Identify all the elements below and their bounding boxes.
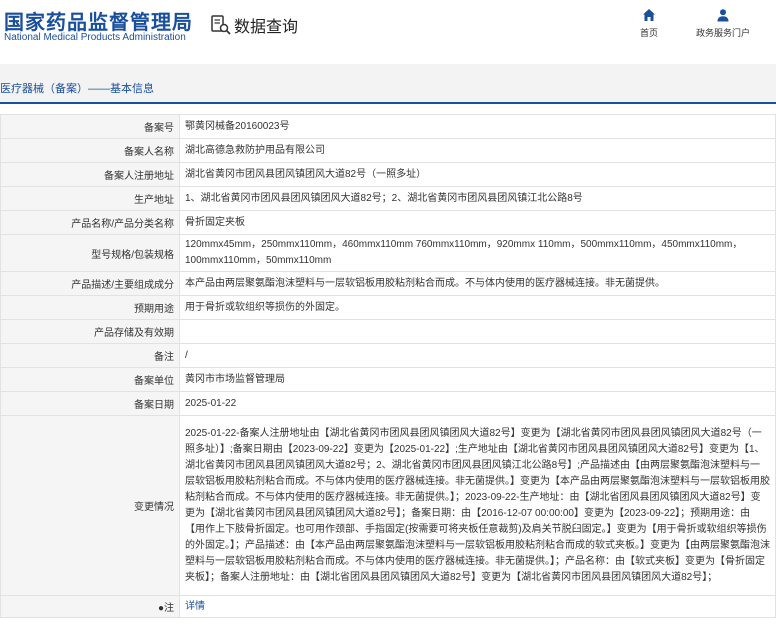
table-row: 型号规格/包装规格 120mmx45mm，250mmx110mm，460mmx1… bbox=[0, 234, 776, 272]
field-value: 2025-01-22 bbox=[179, 391, 776, 416]
details-link[interactable]: 详情 bbox=[185, 601, 205, 612]
field-value: 湖北省黄冈市团风县团风镇团风大道82号（一照多址） bbox=[179, 162, 776, 187]
table-row: 备注 / bbox=[0, 343, 776, 368]
table-row: 预期用途 用于骨折或软组织等损伤的外固定。 bbox=[0, 295, 776, 320]
data-query-title: 数据查询 bbox=[210, 12, 298, 38]
user-icon bbox=[717, 9, 729, 22]
brand-title-en[interactable]: National Medical Products Administration bbox=[4, 32, 186, 43]
site-header: 国家药品监督管理局 National Medical Products Admi… bbox=[0, 0, 776, 64]
field-label: ●注 bbox=[0, 595, 180, 618]
field-value: 骨折固定夹板 bbox=[179, 210, 776, 235]
field-value: 1、湖北省黄冈市团风县团风镇团风大道82号；2、湖北省黄冈市团风县团风镇江北公路… bbox=[179, 186, 776, 211]
brand-title-cn[interactable]: 国家药品监督管理局 bbox=[4, 6, 193, 35]
field-label: 备案日期 bbox=[0, 391, 180, 416]
table-row: 变更情况 2025-01-22-备案人注册地址由【湖北省黄冈市团风县团风镇团风大… bbox=[0, 415, 776, 596]
record-table: 备案号 鄂黄冈械备20160023号 备案人名称 湖北高德急救防护用品有限公司 … bbox=[0, 114, 776, 618]
field-label: 备案人注册地址 bbox=[0, 162, 180, 187]
document-search-icon bbox=[211, 15, 231, 35]
table-row: 备案人注册地址 湖北省黄冈市团风县团风镇团风大道82号（一照多址） bbox=[0, 162, 776, 187]
field-value: 本产品由两层聚氨酯泡沫塑料与一层软铝板用胶粘剂粘合而成。不与体内使用的医疗器械连… bbox=[179, 271, 776, 296]
field-value: 120mmx45mm，250mmx110mm，460mmx110mm 760mm… bbox=[179, 234, 776, 272]
field-value: 用于骨折或软组织等损伤的外固定。 bbox=[179, 295, 776, 320]
table-row: 备案日期 2025-01-22 bbox=[0, 391, 776, 416]
data-query-label: 数据查询 bbox=[234, 19, 299, 36]
table-row: 产品存储及有效期 bbox=[0, 319, 776, 344]
home-icon bbox=[643, 9, 655, 21]
field-label: 产品存储及有效期 bbox=[0, 319, 180, 344]
field-value: 2025-01-22-备案人注册地址由【湖北省黄冈市团风县团风镇团风大道82号】… bbox=[179, 415, 776, 596]
field-label: 预期用途 bbox=[0, 295, 180, 320]
field-label: 产品名称/产品分类名称 bbox=[0, 210, 180, 235]
field-label: 备案单位 bbox=[0, 367, 180, 392]
nav-home[interactable]: 首页 bbox=[640, 8, 658, 39]
table-row: 生产地址 1、湖北省黄冈市团风县团风镇团风大道82号；2、湖北省黄冈市团风县团风… bbox=[0, 186, 776, 211]
field-value: 鄂黄冈械备20160023号 bbox=[179, 114, 776, 139]
table-row: 产品描述/主要组成成分 本产品由两层聚氨酯泡沫塑料与一层软铝板用胶粘剂粘合而成。… bbox=[0, 271, 776, 296]
header-band bbox=[0, 64, 776, 76]
table-row: ●注 详情 bbox=[0, 595, 776, 618]
field-label: 备注 bbox=[0, 343, 180, 368]
field-label: 产品描述/主要组成成分 bbox=[0, 271, 180, 296]
table-row: 产品名称/产品分类名称 骨折固定夹板 bbox=[0, 210, 776, 235]
nav-gov-service-label: 政务服务门户 bbox=[696, 28, 751, 38]
field-label: 型号规格/包装规格 bbox=[0, 234, 180, 272]
table-row: 备案人名称 湖北高德急救防护用品有限公司 bbox=[0, 138, 776, 163]
field-value: 黄冈市市场监督管理局 bbox=[179, 367, 776, 392]
breadcrumb-divider bbox=[0, 102, 776, 104]
field-label: 备案号 bbox=[0, 114, 180, 139]
nav-home-label: 首页 bbox=[640, 28, 659, 38]
table-row: 备案单位 黄冈市市场监督管理局 bbox=[0, 367, 776, 392]
field-label: 生产地址 bbox=[0, 186, 180, 211]
table-row: 备案号 鄂黄冈械备20160023号 bbox=[0, 114, 776, 139]
nav-gov-service[interactable]: 政务服务门户 bbox=[696, 8, 750, 39]
field-label: 变更情况 bbox=[0, 415, 180, 596]
field-value: 湖北高德急救防护用品有限公司 bbox=[179, 138, 776, 163]
breadcrumb: 医疗器械（备案）——基本信息 bbox=[0, 76, 776, 102]
field-value: / bbox=[179, 343, 776, 368]
field-value bbox=[179, 319, 776, 344]
field-label: 备案人名称 bbox=[0, 138, 180, 163]
